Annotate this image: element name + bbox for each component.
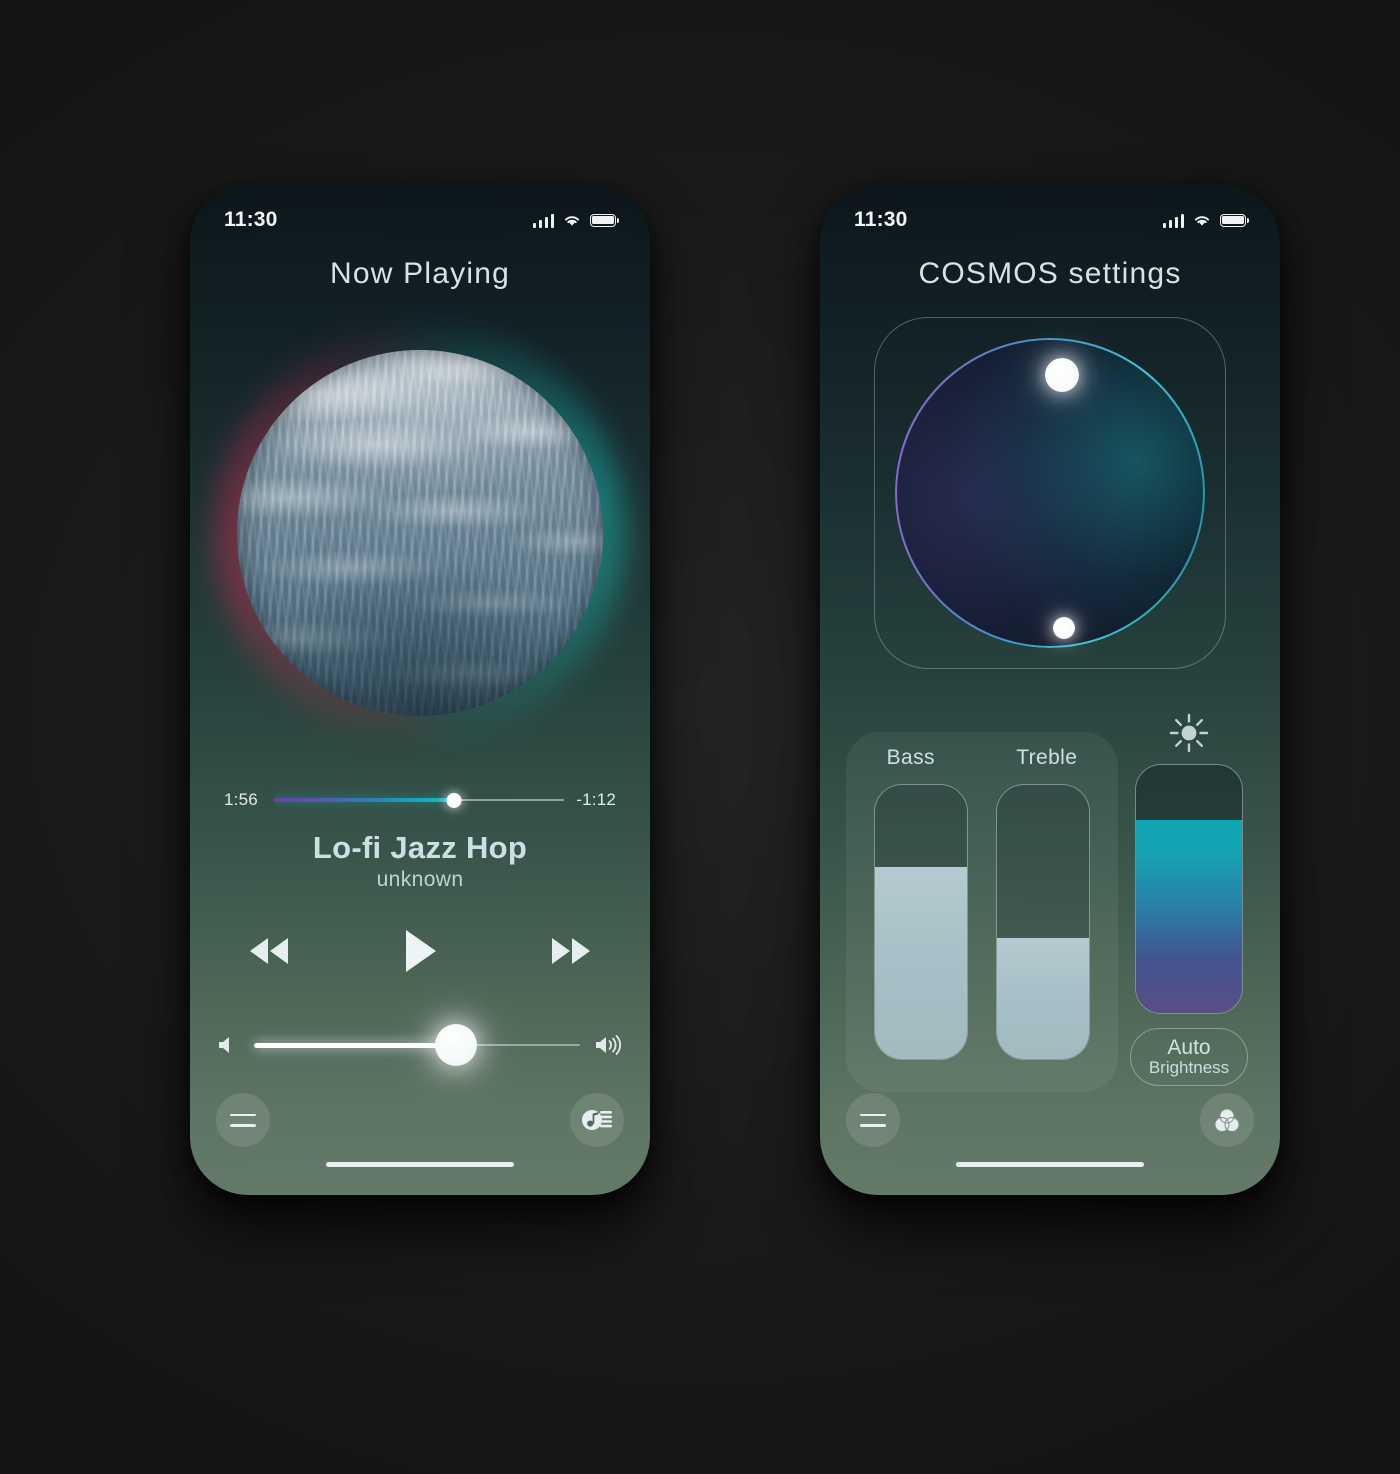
- brightness-column: Auto Brightness: [1124, 710, 1254, 1086]
- status-bar-player: 11:30: [190, 203, 650, 237]
- treble-slider-fill: [997, 938, 1089, 1059]
- phone-cosmos-settings: 11:30 COSMOS settings Bass Treble Auto B…: [820, 185, 1280, 1195]
- status-icon-group: [532, 213, 619, 228]
- play-button[interactable]: [389, 925, 451, 977]
- equalizer-labels: Bass Treble: [846, 746, 1118, 770]
- progress-thumb[interactable]: [446, 792, 462, 808]
- orbit-control-icon[interactable]: [895, 338, 1205, 648]
- equalizer-panel: Bass Treble: [846, 732, 1118, 1092]
- forward-button[interactable]: [539, 925, 601, 977]
- progress-row: 1:56 -1:12: [224, 790, 616, 810]
- menu-button[interactable]: [846, 1093, 900, 1147]
- remaining-time: -1:12: [576, 790, 616, 809]
- sun-icon: [1169, 713, 1209, 753]
- status-icon-group: [1162, 213, 1249, 228]
- orb-handle-secondary[interactable]: [1053, 617, 1076, 639]
- album-art-ocean-circle: [237, 350, 603, 716]
- bottom-bar-settings: [820, 1075, 1280, 1195]
- status-bar-settings: 11:30: [820, 203, 1280, 237]
- equalizer-sliders: [874, 784, 1090, 1060]
- progress-slider[interactable]: [274, 791, 565, 809]
- status-clock: 11:30: [854, 208, 908, 231]
- battery-full-icon: [590, 213, 619, 227]
- signal-bars-icon: [532, 213, 554, 228]
- bottom-bar-player: [190, 1075, 650, 1195]
- brightness-slider[interactable]: [1135, 764, 1243, 1014]
- volume-slider[interactable]: [254, 1023, 580, 1067]
- treble-slider[interactable]: [996, 784, 1090, 1060]
- transport-controls: [190, 925, 650, 977]
- play-icon: [406, 930, 436, 972]
- library-button[interactable]: [570, 1093, 624, 1147]
- volume-fill: [254, 1042, 457, 1048]
- auto-brightness-line1: Auto: [1167, 1036, 1211, 1060]
- fast-forward-icon: [552, 938, 590, 964]
- home-indicator[interactable]: [956, 1162, 1144, 1167]
- hamburger-menu-icon: [230, 1113, 256, 1127]
- page-title: COSMOS settings: [918, 257, 1182, 290]
- wifi-icon: [1194, 215, 1210, 226]
- progress-fill: [274, 798, 454, 802]
- bass-label: Bass: [886, 746, 935, 769]
- page-title: Now Playing: [330, 257, 510, 290]
- track-title: Lo-fi Jazz Hop: [312, 830, 528, 865]
- player-screen: 11:30 Now Playing 1:56 -1:12 Lo-fi Jazz …: [190, 185, 650, 1195]
- brightness-slider-fill: [1136, 819, 1242, 1013]
- bass-slider-fill: [875, 867, 967, 1059]
- music-library-icon: [582, 1110, 612, 1130]
- album-art: [213, 326, 627, 740]
- rewind-icon: [250, 938, 288, 964]
- wifi-icon: [564, 215, 580, 226]
- battery-full-icon: [1220, 213, 1249, 227]
- settings-screen: 11:30 COSMOS settings Bass Treble Auto B…: [820, 185, 1280, 1195]
- phone-mockup-stage: 11:30 Now Playing 1:56 -1:12 Lo-fi Jazz …: [0, 0, 1400, 1474]
- speaker-low-icon: [219, 1037, 229, 1053]
- volume-row: [216, 1023, 624, 1067]
- track-artist: unknown: [376, 868, 464, 891]
- bass-slider[interactable]: [874, 784, 968, 1060]
- speaker-high-icon: [596, 1035, 621, 1055]
- track-meta: Lo-fi Jazz Hop unknown: [190, 830, 650, 892]
- signal-bars-icon: [1162, 213, 1184, 228]
- home-indicator[interactable]: [326, 1162, 514, 1167]
- art-rim: [237, 350, 603, 716]
- menu-button[interactable]: [216, 1093, 270, 1147]
- orbit-control-panel[interactable]: [874, 317, 1226, 669]
- theme-button[interactable]: [1200, 1093, 1254, 1147]
- status-clock: 11:30: [224, 208, 278, 231]
- treble-label: Treble: [1016, 746, 1078, 769]
- volume-thumb[interactable]: [435, 1024, 478, 1066]
- phone-now-playing: 11:30 Now Playing 1:56 -1:12 Lo-fi Jazz …: [190, 185, 650, 1195]
- rewind-button[interactable]: [239, 925, 301, 977]
- hamburger-menu-icon: [860, 1113, 886, 1127]
- color-theme-icon: [1214, 1108, 1240, 1132]
- elapsed-time: 1:56: [224, 790, 258, 809]
